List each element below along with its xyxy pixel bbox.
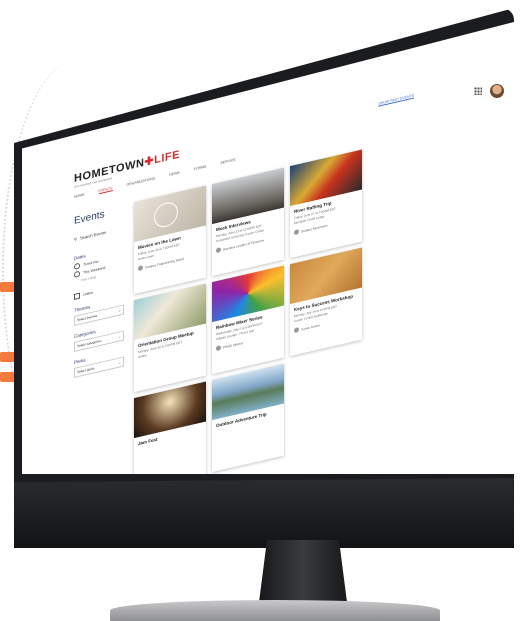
monitor-chin <box>14 478 514 548</box>
org-avatar <box>294 327 299 334</box>
chevron-down-icon: ⌄ <box>118 308 121 313</box>
nav-news[interactable]: NEWS <box>169 171 180 178</box>
event-card[interactable]: Mock Interviews Monday, June 23 at 12:00P… <box>212 167 284 277</box>
event-card[interactable]: Outdoor Adventure Trip <box>212 363 284 473</box>
org-avatar <box>216 247 221 254</box>
radio-icon <box>74 270 80 278</box>
nav-events[interactable]: EVENTS <box>98 186 113 195</box>
radio-icon <box>74 262 80 270</box>
event-organization: Outdoor Adventures <box>301 222 328 234</box>
page-title: Events <box>74 208 105 227</box>
top-right-icons <box>474 84 504 98</box>
filter-sidebar: Events ⚲ Search Events Dates Tomorrow Th… <box>74 204 124 474</box>
event-card[interactable]: Orientation Group Meetup Monday, June 30 … <box>134 283 206 393</box>
nav-organizations[interactable]: ORGANIZATIONS <box>127 176 156 188</box>
org-avatar <box>216 345 221 352</box>
event-card[interactable]: Movies on the Lawn Friday, June 20 at 7:0… <box>134 185 206 295</box>
monitor-base <box>110 600 440 621</box>
nav-forms[interactable]: FORMS <box>194 164 207 172</box>
chevron-down-icon: ⌄ <box>118 334 121 339</box>
screen: HOMETOWN✚LIFE Get involved. Get connecte… <box>22 22 514 474</box>
perks-select-value: Select perks <box>77 366 95 375</box>
apps-grid-icon[interactable] <box>474 87 482 95</box>
search-placeholder: Search Events <box>79 229 106 241</box>
user-avatar[interactable] <box>490 84 504 98</box>
themes-select-value: Select themes <box>77 313 98 323</box>
event-cards-grid: Movies on the Lawn Friday, June 20 at 7:0… <box>134 149 362 474</box>
online-label: Online <box>83 290 94 297</box>
org-avatar <box>294 229 299 236</box>
event-card[interactable]: Jam Fest <box>134 381 206 474</box>
org-avatar <box>138 265 143 272</box>
search-icon: ⚲ <box>74 236 77 242</box>
event-organization: Career Center <box>301 322 321 332</box>
event-card[interactable]: River Rafting Trip Friday, June 27 at 7:0… <box>290 149 362 259</box>
categories-select-value: Select categories <box>77 338 102 349</box>
nav-service[interactable]: SERVICE <box>220 158 235 167</box>
event-organization: PRIDE Alliance <box>223 340 244 350</box>
event-card[interactable]: Rainbow Mixer Series Wednesday, July 2 at… <box>212 265 284 375</box>
search-input[interactable]: ⚲ Search Events <box>74 225 124 242</box>
nav-home[interactable]: HOME <box>74 193 85 200</box>
monitor: HOMETOWN✚LIFE Get involved. Get connecte… <box>0 0 522 621</box>
event-card[interactable]: Keys to Success Workshop Monday, July 14 … <box>290 247 362 357</box>
chevron-down-icon: ⌄ <box>118 360 121 365</box>
checkbox-icon <box>74 292 80 300</box>
